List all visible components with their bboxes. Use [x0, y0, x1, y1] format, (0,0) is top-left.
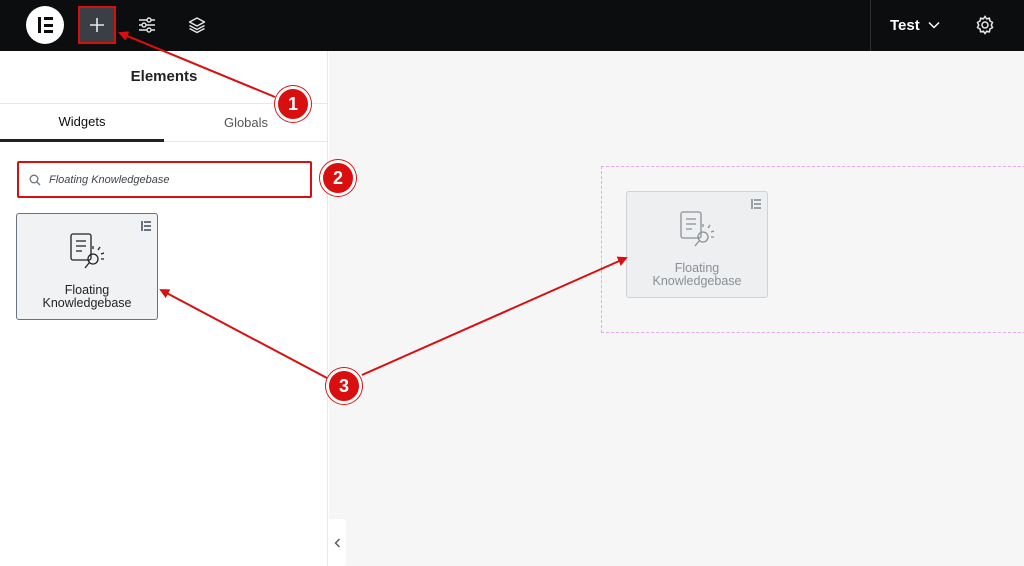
floating-knowledgebase-widget[interactable]: Floating Knowledgebase: [16, 213, 158, 320]
collapse-panel-button[interactable]: [328, 519, 346, 566]
chevron-down-icon: [928, 21, 940, 29]
placed-widget-label-line2: Knowledgebase: [652, 274, 742, 288]
sliders-icon: [139, 17, 155, 33]
placed-widget-label: Floating Knowledgebase: [627, 262, 767, 288]
knowledgebase-icon: [70, 233, 105, 269]
widget-search-box[interactable]: [17, 161, 312, 198]
page-settings-button[interactable]: [966, 6, 1004, 44]
search-input[interactable]: [49, 173, 289, 186]
widget-label: Floating Knowledgebase: [17, 284, 157, 310]
editor-topbar: Test: [0, 0, 1024, 51]
callout-2: 2: [320, 160, 356, 196]
widget-label-line2: Knowledgebase: [42, 296, 132, 310]
tab-widgets[interactable]: Widgets: [0, 104, 164, 142]
chevron-left-icon: [334, 538, 340, 547]
pro-badge-icon: [141, 221, 151, 231]
callout-3: 3: [326, 368, 362, 404]
placed-widget-preview[interactable]: Floating Knowledgebase: [626, 191, 768, 298]
elements-panel: Elements Widgets Globals Floating Knowle…: [0, 51, 328, 566]
pro-badge-icon: [751, 199, 761, 209]
gear-icon: [976, 15, 994, 35]
placed-widget-label-line1: Floating: [674, 261, 720, 275]
plus-icon: [90, 18, 104, 32]
site-settings-button[interactable]: [128, 6, 166, 44]
search-icon: [29, 174, 41, 185]
layers-icon: [188, 17, 206, 34]
page-name: Test: [890, 16, 920, 34]
knowledgebase-icon: [680, 211, 715, 247]
widget-label-line1: Floating: [64, 283, 110, 297]
elementor-logo-icon[interactable]: [26, 6, 64, 44]
page-selector[interactable]: Test: [890, 14, 940, 36]
panel-title: Elements: [130, 68, 198, 85]
callout-1: 1: [275, 86, 311, 122]
add-element-button[interactable]: [78, 6, 116, 44]
structure-button[interactable]: [178, 6, 216, 44]
topbar-divider: [870, 0, 871, 51]
